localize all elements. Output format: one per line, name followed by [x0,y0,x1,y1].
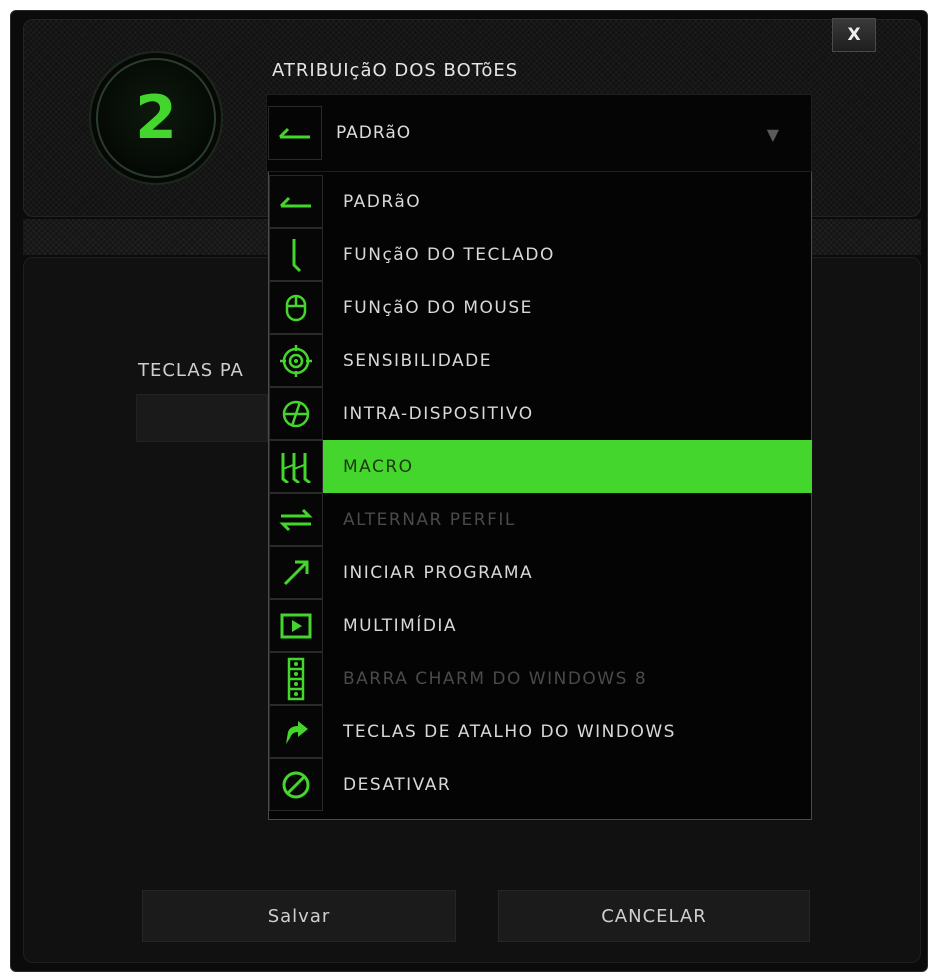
mouse-icon [269,281,323,334]
dropdown-item-label: PADRãO [343,191,422,212]
windows-charm-icon [269,652,323,705]
switch-profile-icon [269,493,323,546]
dropdown-item[interactable]: FUNçãO DO MOUSE [269,281,812,334]
macro-icon [269,440,323,493]
keys-input[interactable] [136,394,268,442]
dropdown-item-label: INICIAR PROGRAMA [343,562,534,583]
close-button[interactable]: X [832,18,876,52]
dropdown-item[interactable]: FUNçãO DO TECLADO [269,228,812,281]
cancel-button[interactable]: CANCELAR [498,890,810,942]
dropdown-item-label: MACRO [323,440,812,493]
dropdown-item[interactable]: PADRãO [269,175,812,228]
dropdown-item-label: SENSIBILIDADE [343,350,492,371]
assignment-select[interactable]: PADRãO ▼ [266,94,812,172]
dropdown-item[interactable]: TECLAS DE ATALHO DO WINDOWS [269,705,812,758]
dropdown-item[interactable]: MULTIMÍDIA [269,599,812,652]
dropdown-item-label: TECLAS DE ATALHO DO WINDOWS [343,721,676,742]
dropdown-item-label: INTRA-DISPOSITIVO [343,403,534,424]
button-number-badge: 2 [96,58,216,178]
dropdown-item-label: ALTERNAR PERFIL [343,509,516,530]
multimedia-icon [269,599,323,652]
default-arrow-icon [268,106,322,160]
dropdown-item-label: DESATIVAR [343,774,452,795]
section-title: ATRIBUIçãO DOS BOTõES [272,60,519,81]
dropdown-item[interactable]: MACRO [269,440,812,493]
dropdown-item-label: MULTIMÍDIA [343,615,458,636]
dropdown-item: ALTERNAR PERFIL [269,493,812,546]
dropdown-item-label: FUNçãO DO MOUSE [343,297,533,318]
dropdown-item-label: FUNçãO DO TECLADO [343,244,555,265]
keyboard-function-icon [269,228,323,281]
dropdown-item-label: BARRA CHARM DO WINDOWS 8 [343,668,648,689]
select-value: PADRãO [336,123,412,143]
default-arrow-icon [269,175,323,228]
disable-icon [269,758,323,811]
assignment-dropdown: PADRãO FUNçãO DO TECLADO FUNçãO DO MOUSE SE… [268,172,812,820]
sensitivity-icon [269,334,323,387]
save-button[interactable]: Salvar [142,890,456,942]
dropdown-item: BARRA CHARM DO WINDOWS 8 [269,652,812,705]
chevron-down-icon: ▼ [766,125,779,144]
dropdown-item[interactable]: SENSIBILIDADE [269,334,812,387]
windows-shortcut-icon [269,705,323,758]
dropdown-item[interactable]: INICIAR PROGRAMA [269,546,812,599]
dropdown-item[interactable]: DESATIVAR [269,758,812,811]
keys-label: TECLAS PA [138,360,244,381]
launch-program-icon [269,546,323,599]
inter-device-icon [269,387,323,440]
dropdown-item[interactable]: INTRA-DISPOSITIVO [269,387,812,440]
